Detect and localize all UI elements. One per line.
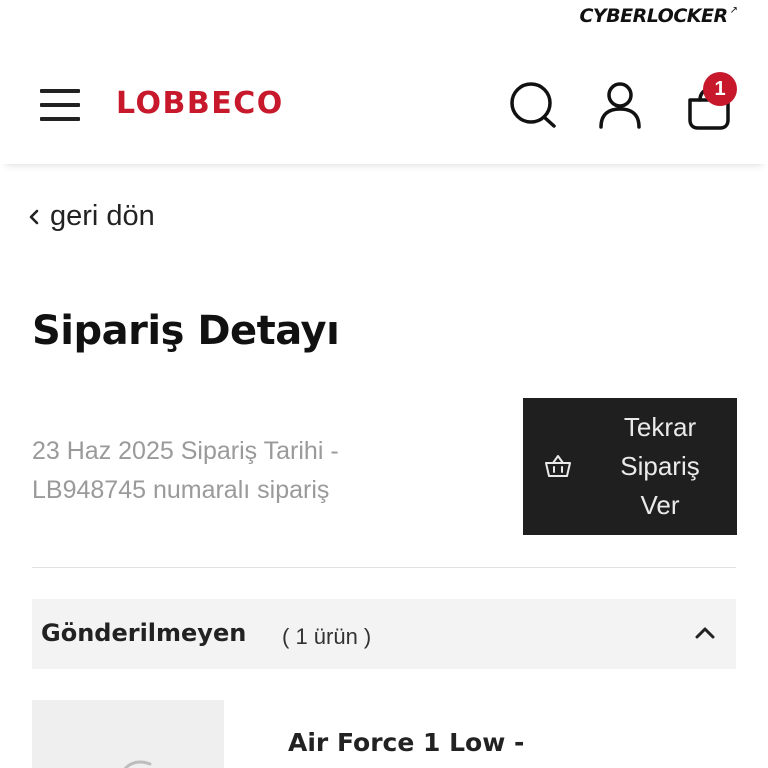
section-item-count: ( 1 ürün ) — [282, 624, 372, 649]
back-link[interactable]: geri dön — [26, 200, 155, 233]
external-link-icon: ↗ — [729, 5, 738, 16]
account-button[interactable] — [596, 80, 644, 132]
chevron-left-icon — [29, 209, 39, 224]
order-number: LB948745 numaralı sipariş — [32, 476, 330, 504]
search-icon — [510, 82, 556, 128]
product-image[interactable] — [32, 700, 224, 768]
order-meta: 23 Haz 2025 Sipariş Tarihi - LB948745 nu… — [32, 432, 432, 510]
search-button[interactable] — [508, 80, 560, 132]
reorder-label: Tekrar Sipariş Ver — [599, 408, 721, 525]
back-label: geri dön — [50, 200, 155, 232]
site-header: LOBBECO — [0, 40, 768, 164]
menu-icon — [40, 89, 80, 93]
reorder-button[interactable]: Tekrar Sipariş Ver — [523, 398, 737, 535]
divider — [32, 567, 736, 568]
shoe-image — [123, 760, 152, 768]
cart-count-badge: 1 — [703, 72, 737, 106]
menu-button[interactable] — [40, 89, 82, 123]
site-logo[interactable]: LOBBECO — [116, 86, 284, 121]
page-title: Sipariş Detayı — [32, 308, 340, 354]
reorder-label-line: Ver — [640, 490, 680, 520]
order-date: 23 Haz 2025 Sipariş Tarihi - — [32, 437, 339, 465]
cyberlocker-brand[interactable]: CYBERLOCKER ↗ — [579, 5, 738, 29]
reorder-label-line: Sipariş — [620, 451, 700, 481]
unshipped-section-header[interactable]: Gönderilmeyen ( 1 ürün ) — [32, 599, 736, 669]
cyberlocker-logo: CYBERLOCKER — [579, 5, 728, 27]
chevron-up-icon — [695, 627, 715, 639]
basket-icon — [545, 455, 571, 477]
product-name[interactable]: Air Force 1 Low - — [288, 728, 524, 757]
reorder-label-line: Tekrar — [623, 412, 697, 442]
section-title: Gönderilmeyen — [41, 619, 247, 647]
user-icon — [599, 82, 641, 129]
